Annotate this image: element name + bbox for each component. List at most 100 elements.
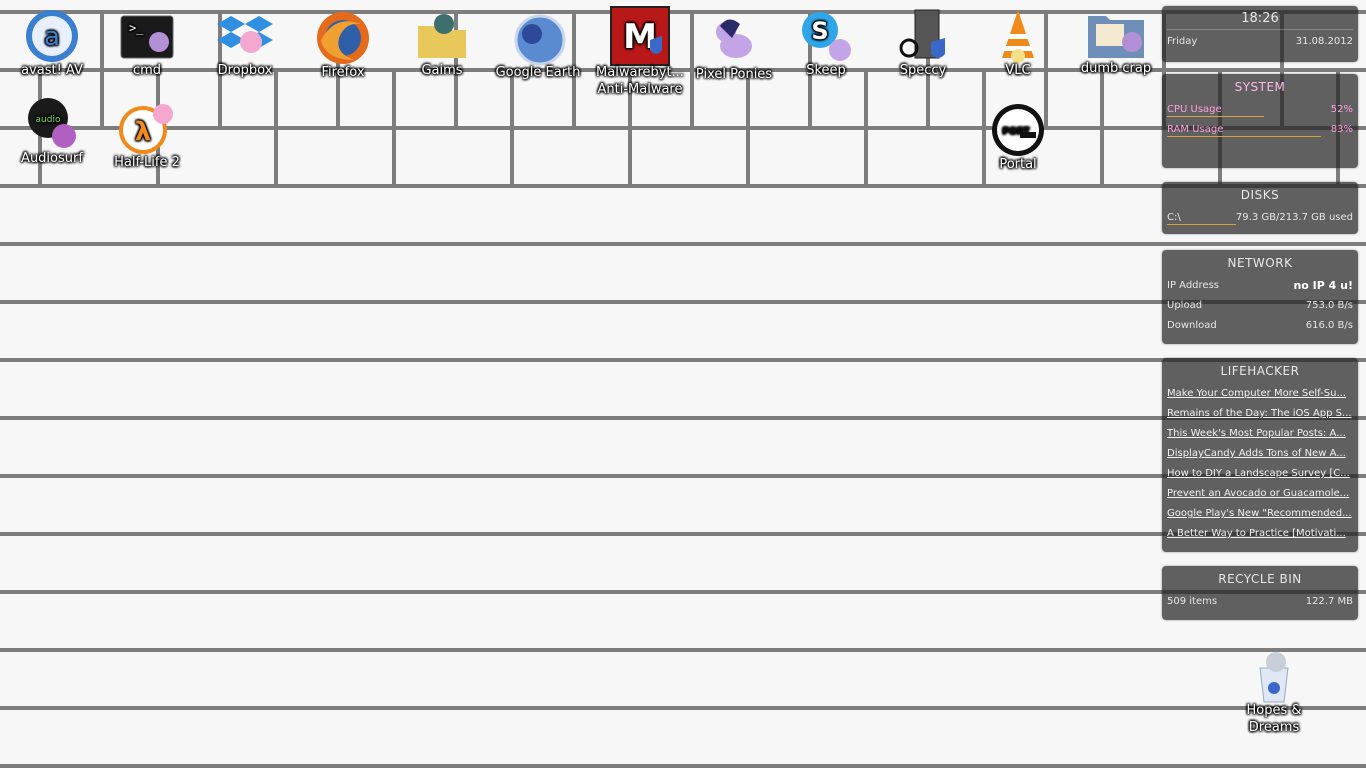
network-widget: NETWORK IP Address no IP 4 u! Upload 753… (1162, 250, 1358, 344)
lifehacker-title: LIFEHACKER (1220, 364, 1300, 378)
feed-item-1[interactable]: Make Your Computer More Self-Su... (1162, 384, 1358, 404)
folder-icon (418, 14, 466, 58)
icon-label: VLC (1005, 63, 1031, 78)
desktop-icon-cmd[interactable]: >_ cmd (97, 8, 197, 79)
portal-icon: PORT (992, 104, 1044, 156)
desktop-icon-malwarebytes[interactable]: M Malwarebyt... Anti-Malware (590, 6, 690, 98)
icon-label: Google Earth (495, 65, 581, 80)
disks-widget: DISKS C:\ 79.3 GB/213.7 GB used (1162, 182, 1358, 234)
feed-item-5[interactable]: How to DIY a Landscape Survey [C... (1162, 464, 1358, 484)
desktop-icon-pixel-ponies[interactable]: Pixel Ponies (684, 12, 784, 83)
svg-text:S: S (811, 17, 828, 45)
icon-label: Gaims (421, 63, 463, 78)
recycle-bin-widget: RECYCLE BIN 509 items 122.7 MB (1162, 566, 1358, 620)
feed-item-text: DisplayCandy Adds Tons of New A... (1167, 448, 1346, 459)
lifehacker-widget: LIFEHACKER Make Your Computer More Self-… (1162, 358, 1358, 552)
svg-text:audio: audio (36, 115, 61, 125)
disk-usage: 79.3 GB/213.7 GB used (1235, 212, 1353, 223)
cmd-icon: >_ (120, 15, 174, 59)
disk-bar (1167, 224, 1236, 225)
svg-text:>_: >_ (129, 21, 144, 35)
icon-label: avast! AV (21, 63, 83, 78)
icon-label: Skeep (806, 63, 846, 78)
ram-bar (1167, 136, 1322, 137)
recycle-title: RECYCLE BIN (1218, 572, 1302, 586)
disk-drive: C:\ (1167, 212, 1181, 223)
desktop-icon-audiosurf[interactable]: audio Audiosurf (2, 96, 102, 167)
icon-label: Malwarebyt... Anti-Malware (596, 65, 684, 97)
ram-value: 83% (1330, 124, 1353, 135)
ip-label: IP Address (1167, 280, 1219, 291)
desktop-icon-dropbox[interactable]: Dropbox (195, 8, 295, 79)
icon-label: Dropbox (217, 63, 273, 78)
cpu-value: 52% (1330, 104, 1353, 115)
clock-time: 18:26 (1167, 6, 1353, 30)
folder-icon (1088, 16, 1144, 58)
google-earth-icon (514, 14, 566, 66)
clock-widget: 18:26 Friday 31.08.2012 (1162, 6, 1358, 62)
clock-date: 31.08.2012 (1295, 36, 1353, 47)
icon-label: Audiosurf (21, 151, 83, 166)
icon-label: Half-Life 2 (114, 155, 180, 170)
half-life-2-icon: λ (119, 104, 173, 154)
network-title: NETWORK (1227, 256, 1293, 270)
feed-item-8[interactable]: A Better Way to Practice [Motivati... (1162, 524, 1358, 544)
feed-item-text: A Better Way to Practice [Motivati... (1167, 528, 1346, 539)
feed-item-7[interactable]: Google Play's New "Recommended... (1162, 504, 1358, 524)
pixel-ponies-icon (716, 19, 752, 58)
icon-label: dumb crap (1080, 61, 1152, 76)
desktop-icon-portal[interactable]: PORT Portal (968, 102, 1068, 173)
upload-label: Upload (1167, 300, 1203, 311)
disks-title: DISKS (1240, 188, 1280, 202)
desktop-icon-speccy[interactable]: Speccy (873, 8, 973, 79)
system-widget: SYSTEM CPU Usage 52% RAM Usage 83% (1162, 74, 1358, 168)
desktop-icon-half-life-2[interactable]: λ Half-Life 2 (97, 100, 197, 171)
icon-label: Pixel Ponies (695, 67, 773, 82)
vlc-icon (1002, 10, 1034, 63)
feed-item-text: Remains of the Day: The iOS App S... (1167, 408, 1352, 419)
icon-label: Hopes & Dreams (1246, 703, 1302, 735)
feed-item-4[interactable]: DisplayCandy Adds Tons of New A... (1162, 444, 1358, 464)
audiosurf-icon: audio (28, 98, 76, 148)
desktop-icon-vlc[interactable]: VLC (968, 8, 1068, 79)
download-value: 616.0 B/s (1305, 320, 1353, 331)
system-title: SYSTEM (1234, 80, 1286, 94)
malwarebytes-icon: M (610, 6, 670, 66)
ip-value: no IP 4 u! (1293, 279, 1353, 292)
desktop-icon-avast[interactable]: a avast! AV (2, 8, 102, 79)
feed-item-text: Google Play's New "Recommended... (1167, 508, 1352, 519)
feed-item-text: How to DIY a Landscape Survey [C... (1167, 468, 1350, 479)
desktop-icon-firefox[interactable]: Firefox (293, 10, 393, 81)
dropbox-icon (217, 16, 273, 53)
desktop-icon-dumb-crap[interactable]: dumb crap (1066, 6, 1166, 77)
ram-label: RAM Usage (1167, 124, 1224, 135)
svg-text:a: a (44, 22, 60, 52)
cpu-label: CPU Usage (1167, 104, 1222, 115)
desktop-icon-gaims[interactable]: Gaims (392, 8, 492, 79)
icon-label: Speccy (899, 63, 947, 78)
feed-item-6[interactable]: Prevent an Avocado or Guacamole... (1162, 484, 1358, 504)
recycle-size: 122.7 MB (1305, 596, 1353, 607)
feed-item-2[interactable]: Remains of the Day: The iOS App S... (1162, 404, 1358, 424)
skype-icon: S (802, 12, 851, 61)
speccy-icon (899, 9, 945, 59)
feed-item-text: Make Your Computer More Self-Su... (1167, 388, 1346, 399)
download-label: Download (1167, 320, 1217, 331)
feed-item-text: Prevent an Avocado or Guacamole... (1167, 488, 1350, 499)
svg-text:λ: λ (135, 117, 151, 147)
desktop-icon-recycle-bin[interactable]: Hopes & Dreams (1224, 648, 1324, 736)
icon-label: Firefox (321, 65, 365, 80)
icon-label: Portal (999, 157, 1037, 172)
recycle-bin-icon (1259, 652, 1289, 703)
cpu-bar (1167, 116, 1264, 117)
upload-value: 753.0 B/s (1305, 300, 1353, 311)
avast-icon: a (26, 10, 78, 62)
feed-item-3[interactable]: This Week's Most Popular Posts: A... (1162, 424, 1358, 444)
desktop-icon-google-earth[interactable]: Google Earth (488, 10, 588, 81)
icon-label: cmd (132, 63, 162, 78)
feed-item-text: This Week's Most Popular Posts: A... (1167, 428, 1346, 439)
recycle-count: 509 items (1167, 596, 1218, 607)
desktop-icon-skeep[interactable]: S Skeep (776, 8, 876, 79)
firefox-icon (317, 12, 369, 64)
clock-day: Friday (1167, 36, 1198, 47)
